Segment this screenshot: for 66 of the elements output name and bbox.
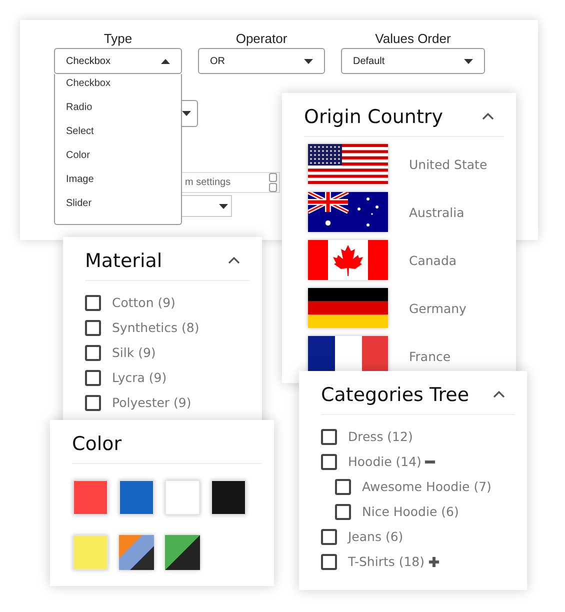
card-title: Material — [85, 250, 162, 272]
select-field[interactable]: OR — [198, 48, 325, 74]
checkbox[interactable] — [85, 370, 101, 386]
select-field[interactable] — [180, 195, 232, 217]
option-label[interactable]: Dress (12) — [348, 429, 413, 444]
caret-icon — [219, 204, 228, 208]
checkbox[interactable] — [85, 394, 101, 410]
checkbox[interactable] — [85, 294, 101, 310]
country-label[interactable]: Canada — [409, 252, 457, 268]
option-label[interactable]: Cotton (9) — [112, 295, 176, 310]
caret-icon — [161, 58, 170, 64]
chevron-icon[interactable] — [493, 391, 505, 398]
option-label[interactable]: Awesome Hoodie (7) — [362, 479, 492, 494]
flag-icon — [308, 144, 388, 184]
chevron-icon[interactable] — [482, 113, 494, 120]
caret-icon — [304, 58, 313, 64]
select-field[interactable]: Checkbox — [54, 48, 182, 74]
caret-icon — [182, 111, 191, 116]
flag-icon — [308, 288, 388, 328]
dropdown-option[interactable]: Checkbox — [55, 76, 181, 100]
card-title: Origin Country — [304, 106, 443, 128]
field-label: Values Order — [375, 31, 451, 46]
checkbox[interactable] — [85, 320, 101, 336]
option-label[interactable]: Lycra (9) — [112, 370, 167, 385]
option-label[interactable]: Polyester (9) — [112, 395, 192, 410]
flag-icon — [308, 240, 388, 280]
field-label: Operator — [236, 31, 288, 46]
dropdown-option[interactable]: Select — [55, 124, 181, 148]
checkbox[interactable] — [321, 428, 337, 444]
option-label[interactable]: Jeans (6) — [348, 529, 404, 544]
color-swatch[interactable] — [211, 480, 246, 515]
color-swatch[interactable] — [73, 535, 108, 570]
country-label[interactable]: United State — [409, 156, 488, 172]
dropdown-option[interactable]: Image — [55, 172, 181, 196]
checkbox[interactable] — [321, 454, 337, 470]
country-label[interactable]: France — [409, 348, 451, 364]
dropdown-option[interactable]: Color — [55, 148, 181, 172]
checkbox[interactable] — [321, 554, 337, 570]
select-field[interactable]: Default — [341, 48, 485, 74]
number-field[interactable]: m settings — [180, 172, 280, 193]
spinner-icon[interactable] — [269, 173, 277, 192]
option-label[interactable]: Nice Hoodie (6) — [362, 504, 459, 519]
color-swatch[interactable] — [165, 480, 200, 515]
option-label[interactable]: Silk (9) — [112, 345, 156, 360]
option-label[interactable]: Synthetics (8) — [112, 320, 200, 335]
color-swatch[interactable] — [119, 535, 154, 570]
country-label[interactable]: Australia — [409, 204, 464, 220]
card-title: Color — [72, 432, 122, 454]
color-swatch[interactable] — [165, 535, 200, 570]
checkbox[interactable] — [335, 478, 351, 494]
option-label[interactable]: Hoodie (14) — [348, 454, 422, 469]
caret-icon — [464, 58, 473, 64]
dropdown-option[interactable]: Radio — [55, 100, 181, 124]
color-swatch[interactable] — [119, 480, 154, 515]
color-swatch[interactable] — [73, 480, 108, 515]
card-title: Categories Tree — [321, 384, 470, 406]
dropdown-option[interactable]: Slider — [55, 196, 181, 220]
plus-icon[interactable] — [428, 556, 439, 566]
country-label[interactable]: Germany — [409, 300, 466, 316]
option-label[interactable]: T-Shirts (18) — [348, 554, 425, 569]
checkbox[interactable] — [85, 344, 101, 360]
field-label: Type — [104, 31, 132, 46]
checkbox[interactable] — [335, 504, 351, 520]
chevron-icon[interactable] — [228, 257, 240, 264]
flag-icon — [308, 192, 388, 232]
checkbox[interactable] — [321, 528, 337, 544]
